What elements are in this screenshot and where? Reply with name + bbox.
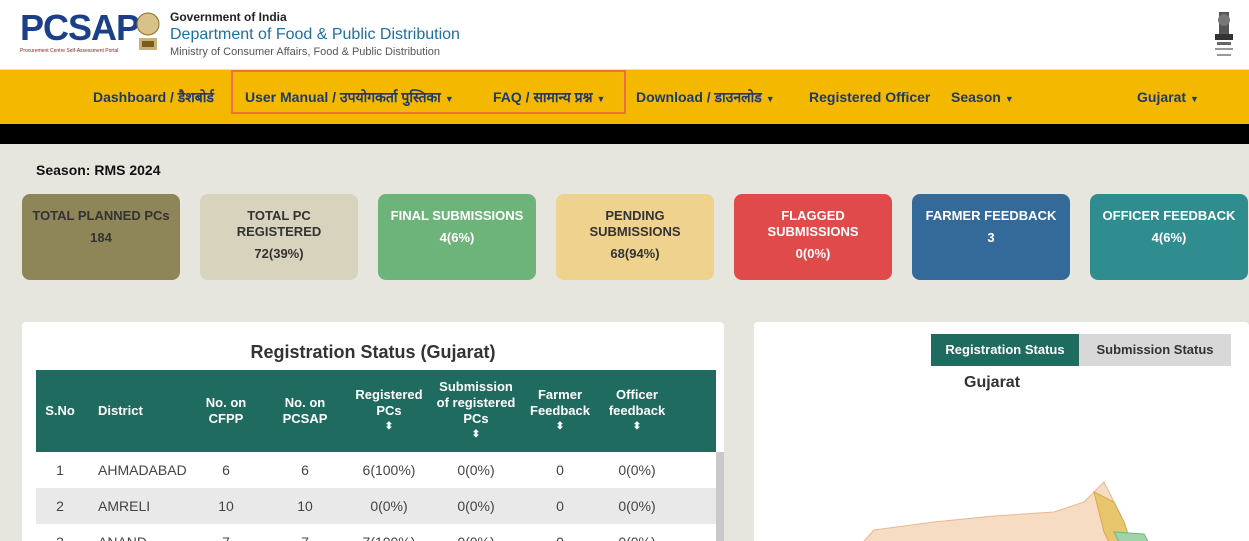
summary-card-label: FINAL SUBMISSIONS (390, 208, 524, 223)
table-cell: 10 (218, 498, 234, 514)
tab-registration-status[interactable]: Registration Status (931, 334, 1079, 366)
table-cell: 0(0%) (370, 498, 408, 514)
sort-icon[interactable]: ⬍ (633, 419, 641, 435)
gujarat-map[interactable] (814, 472, 1204, 541)
table-cell: 7(100%) (348, 524, 430, 541)
annotation-highlight-box (231, 70, 626, 114)
summary-card[interactable]: PENDING SUBMISSIONS 68(94%) (556, 194, 714, 280)
summary-card-value: 3 (987, 230, 995, 245)
logo-subtitle: Procurement Centre Self-Assessment Porta… (20, 48, 119, 54)
summary-card-label: FLAGGED SUBMISSIONS (767, 208, 859, 239)
gov-title: Government of India (170, 10, 287, 24)
sort-icon[interactable]: ⬍ (556, 419, 564, 435)
summary-card-value: 0(0%) (795, 246, 831, 261)
summary-card[interactable]: TOTAL PC REGISTERED 72(39%) (200, 194, 358, 280)
table-header: S.No District No. on CFPP No. on PCSAP R… (36, 370, 716, 452)
chevron-down-icon: ▼ (1004, 94, 1014, 104)
table-cell: 6 (301, 462, 309, 478)
nav-season-label: Season (951, 89, 1001, 105)
table-cell: 6 (222, 462, 230, 478)
summary-card[interactable]: FLAGGED SUBMISSIONS 0(0%) (734, 194, 892, 280)
table-cell: ANAND (86, 524, 186, 541)
table-cell: 1 (56, 462, 64, 478)
col-farmer-feedback[interactable]: Farmer Feedback ⬍ (524, 370, 596, 452)
summary-card-label: OFFICER FEEDBACK (1102, 208, 1236, 223)
summary-card[interactable]: TOTAL PLANNED PCs 184 (22, 194, 180, 280)
map-panel: Registration Status Submission Status Gu… (754, 322, 1249, 541)
summary-card[interactable]: FINAL SUBMISSIONS 4(6%) (378, 194, 536, 280)
registration-title: Registration Status (Gujarat) (250, 342, 496, 362)
summary-card-value: 72(39%) (254, 246, 304, 261)
col-pcsap: No. on PCSAP (282, 395, 328, 426)
map-region-south (1113, 531, 1149, 541)
table-cell: 0(0%) (436, 524, 516, 541)
table-row[interactable]: 1 AHMADABAD 6 6 6(100%) 0(0%) 0 0(0%) (36, 452, 716, 488)
nav-state-label: Gujarat (1137, 89, 1187, 105)
table-cell: 7 (270, 524, 340, 541)
table-cell: 3 (36, 524, 84, 541)
table-cell: 0 (524, 524, 596, 541)
table-cell: 0(0%) (457, 498, 495, 514)
divider-bar (0, 124, 1249, 144)
nav-state[interactable]: Gujarat ▼ (1137, 70, 1199, 124)
table-cell: 10 (297, 498, 313, 514)
map-region-north (863, 481, 1131, 541)
ministry-title: Ministry of Consumer Affairs, Food & Pub… (170, 46, 441, 58)
table-cell: AHMADABAD (98, 462, 187, 478)
col-district: District (98, 403, 143, 418)
table-cell: 0(0%) (598, 524, 676, 541)
logo-text: PCSAP (20, 7, 140, 48)
map-title: Gujarat (964, 374, 1021, 391)
table-cell: 7 (196, 524, 256, 541)
nav-dashboard[interactable]: Dashboard / डैशबोर्ड (93, 70, 214, 124)
table-cell: 2 (56, 498, 64, 514)
national-emblem-icon (1215, 12, 1233, 56)
summary-card-label: PENDING SUBMISSIONS (589, 208, 681, 239)
col-cfpp: No. on CFPP (205, 395, 247, 426)
table-cell: AMRELI (98, 498, 151, 514)
tab-submission-status[interactable]: Submission Status (1079, 334, 1231, 366)
dept-title: Department of Food & Public Distribution (170, 26, 460, 43)
table-cell: 0(0%) (618, 498, 656, 514)
col-officer-feedback[interactable]: Officer feedback ⬍ (598, 370, 676, 452)
dashboard-main: Season: RMS 2024 TOTAL PLANNED PCs 184 TOT… (0, 144, 1249, 541)
summary-card-value: 4(6%) (1151, 230, 1187, 245)
nav-download-label: Download / डाउनलोड (636, 89, 762, 105)
summary-card-value: 184 (90, 230, 112, 245)
table-cell: 0 (556, 462, 564, 478)
col-sno: S.No (45, 403, 75, 418)
season-label: Season: RMS 2024 (36, 162, 161, 178)
table-cell: 0 (556, 498, 564, 514)
table-scrollbar[interactable] (716, 452, 724, 541)
summary-card-label: TOTAL PLANNED PCs (32, 208, 170, 223)
chevron-down-icon: ▼ (1190, 94, 1199, 104)
summary-card-label: FARMER FEEDBACK (925, 208, 1057, 223)
summary-card[interactable]: FARMER FEEDBACK 3 (912, 194, 1070, 280)
gov-title-block: Government of India Department of Food &… (170, 10, 460, 58)
table-row[interactable]: 2 AMRELI 10 10 0(0%) 0(0%) 0 0(0%) (36, 488, 716, 524)
fci-emblem-icon (136, 12, 160, 50)
nav-registered-officer-label: Registered Officer (809, 89, 931, 105)
sort-icon[interactable]: ⬍ (472, 427, 480, 443)
table-cell: 0(0%) (457, 462, 495, 478)
col-registered-pcs[interactable]: Registered PCs ⬍ (348, 370, 430, 452)
registration-panel: Registration Status (Gujarat) S.No Distr… (22, 322, 724, 541)
table-cell: 6(100%) (362, 462, 416, 478)
summary-card[interactable]: OFFICER FEEDBACK 4(6%) (1090, 194, 1248, 280)
sort-icon[interactable]: ⬍ (385, 419, 393, 435)
table-cell: 0(0%) (618, 462, 656, 478)
summary-card-value: 68(94%) (610, 246, 660, 261)
nav-season[interactable]: Season ▼ (951, 70, 1014, 124)
summary-card-label: TOTAL PC REGISTERED (236, 208, 322, 239)
table-row[interactable]: 3ANAND777(100%)0(0%)00(0%) (36, 524, 716, 541)
nav-registered-officer[interactable]: Registered Officer (809, 70, 930, 124)
pcsap-logo[interactable]: PCSAP Procurement Centre Self-Assessment… (20, 7, 140, 63)
site-header: PCSAP Procurement Centre Self-Assessment… (0, 0, 1249, 70)
nav-download[interactable]: Download / डाउनलोड ▼ (636, 70, 775, 124)
nav-dashboard-label: Dashboard / डैशबोर्ड (93, 89, 214, 105)
summary-card-value: 4(6%) (439, 230, 475, 245)
col-submission[interactable]: Submission of registered PCs ⬍ (436, 370, 516, 452)
chevron-down-icon: ▼ (765, 94, 775, 104)
